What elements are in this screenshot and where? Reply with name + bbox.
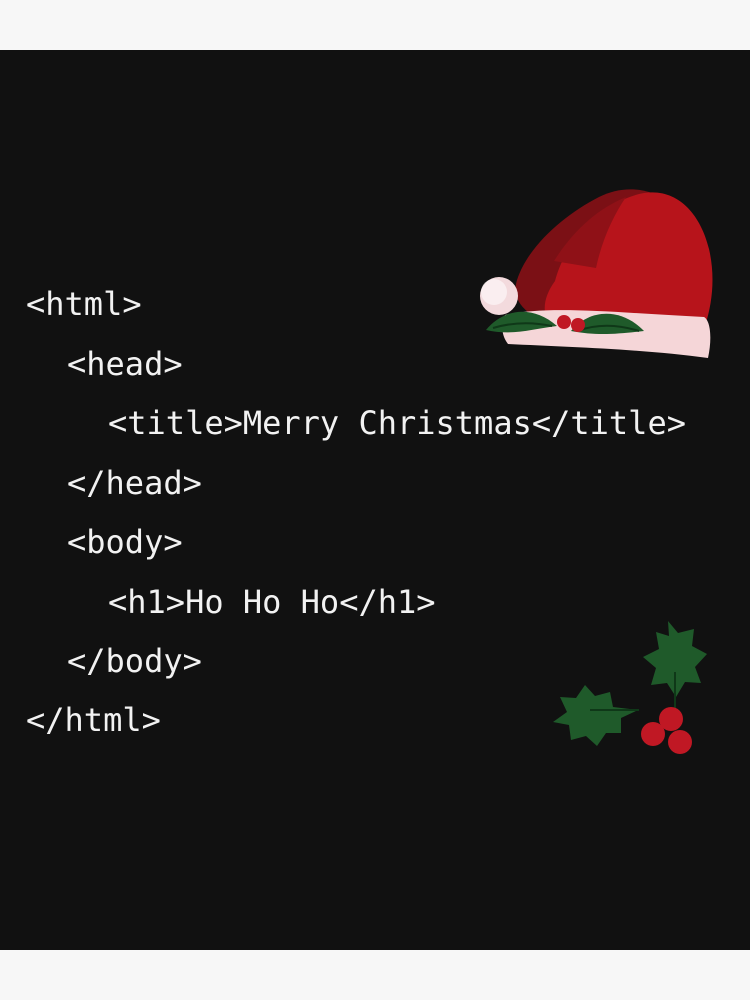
code-line-head-close: </head> — [67, 464, 202, 502]
poster-canvas: <html> <head> <title>Merry Christmas</ti… — [0, 50, 750, 950]
santa-hat-icon — [480, 189, 713, 358]
code-line-html-open: <html> — [26, 285, 142, 323]
code-line-h1: <h1>Ho Ho Ho</h1> — [108, 583, 436, 621]
holly-icon — [553, 621, 707, 754]
code-line-html-close: </html> — [26, 701, 161, 739]
code-line-body-close: </body> — [67, 642, 202, 680]
code-line-title: <title>Merry Christmas</title> — [108, 404, 686, 442]
code-line-body-open: <body> — [67, 523, 183, 561]
code-line-head-open: <head> — [67, 345, 183, 383]
